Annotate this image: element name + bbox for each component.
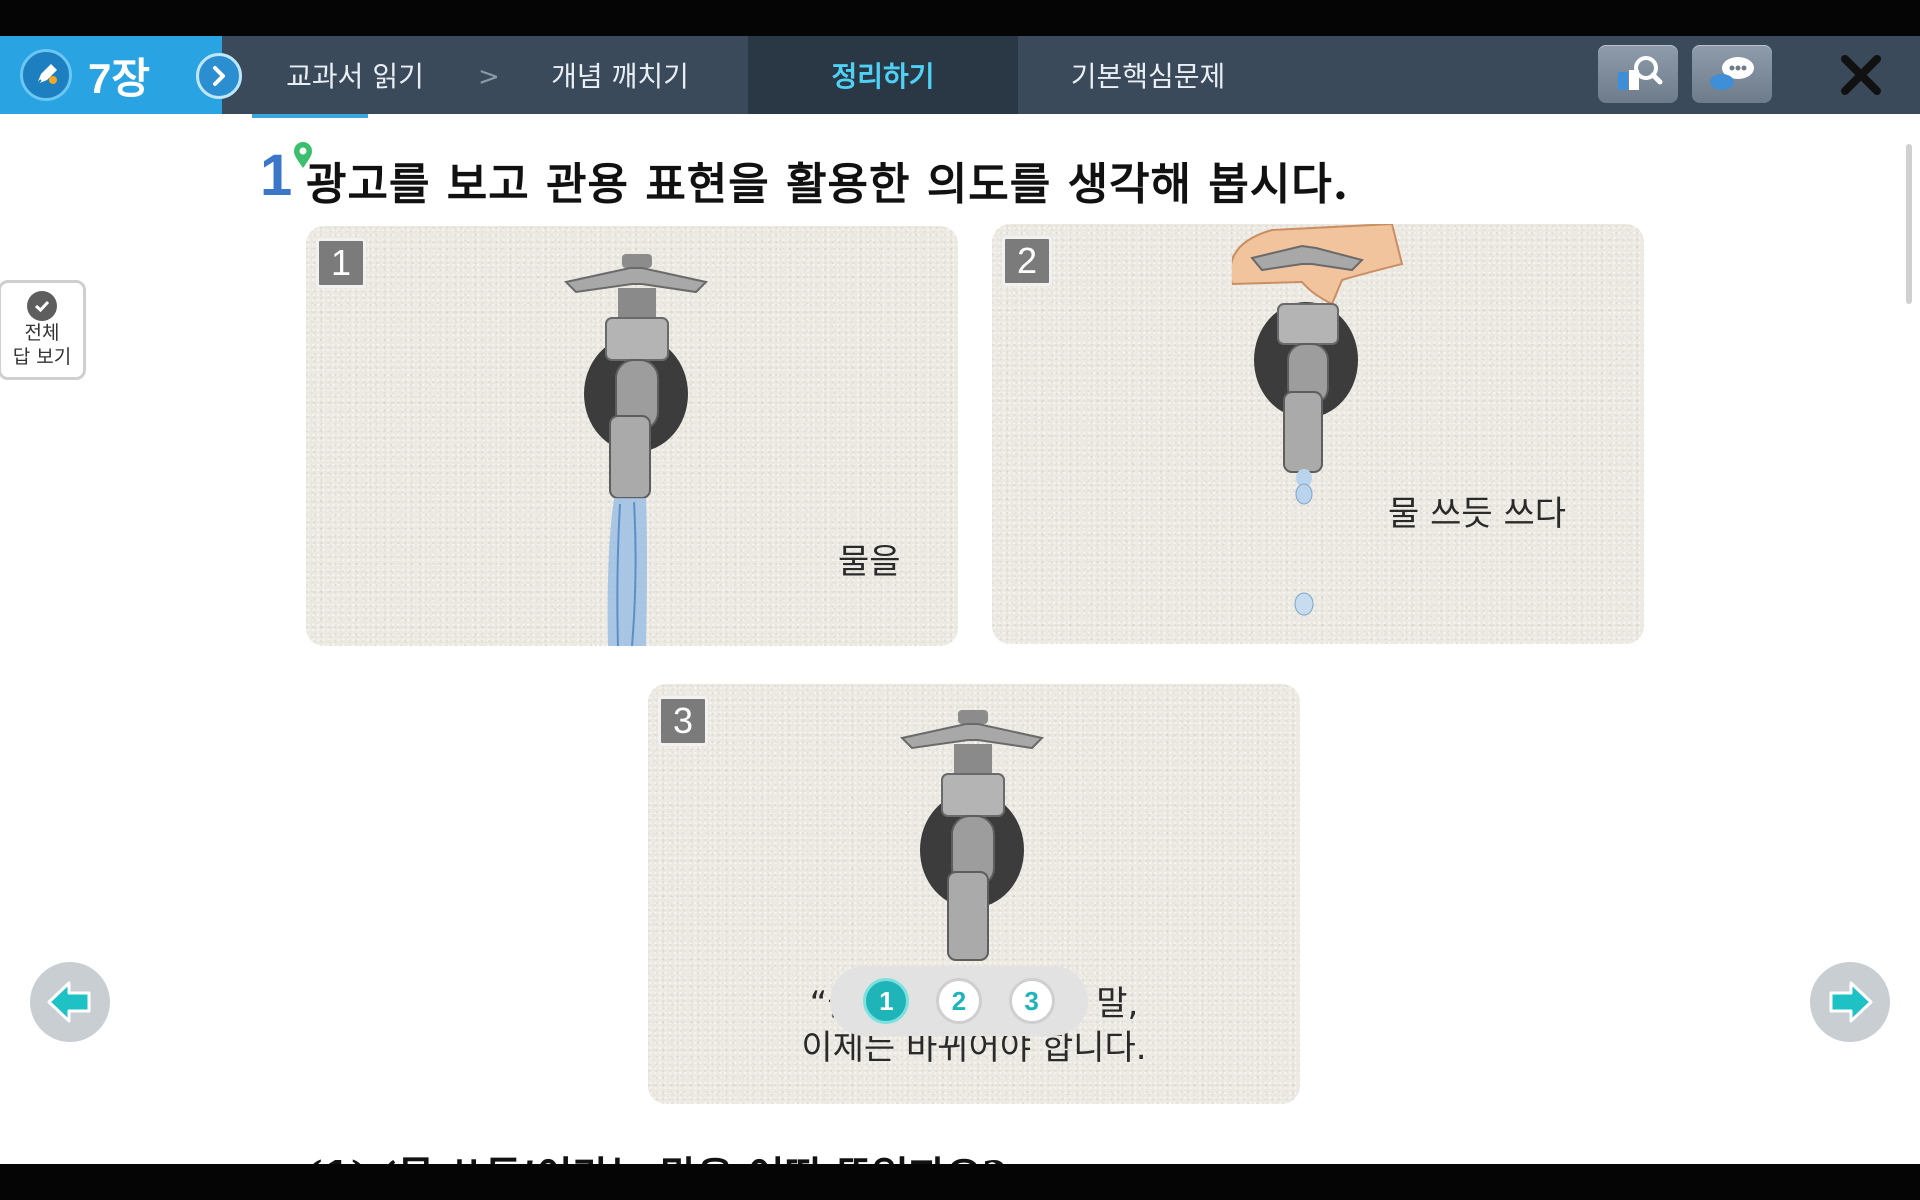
search-book-icon: [1618, 56, 1663, 90]
tab-concept[interactable]: 개념 깨치기: [530, 36, 710, 114]
panel-caption: 물을: [838, 542, 901, 582]
ad-panel-1: 1 물을: [306, 226, 958, 646]
tab-core-problems[interactable]: 기본핵심문제: [1048, 36, 1248, 114]
close-button[interactable]: [1836, 50, 1886, 100]
search-book-button[interactable]: [1598, 45, 1678, 103]
previous-page-button[interactable]: [30, 962, 110, 1042]
show-all-answers-button[interactable]: 전체 답 보기: [0, 280, 86, 380]
arrow-left-icon: [47, 981, 91, 1023]
top-system-bar: [0, 0, 1920, 36]
chapter-indicator: 7장: [0, 36, 222, 114]
panel-caption: 물 쓰듯 쓰다: [1388, 494, 1567, 534]
page-indicator: 1 2 3: [830, 966, 1088, 1036]
pen-logo-icon: [20, 49, 72, 101]
chat-button[interactable]: [1692, 45, 1772, 103]
tab-textbook-reading[interactable]: 교과서 읽기: [270, 36, 440, 114]
show-all-answers-label: 전체: [24, 322, 60, 344]
chapter-title: 7장: [88, 54, 150, 102]
chapter-menu-button[interactable]: [196, 53, 242, 99]
check-icon: [27, 291, 57, 321]
bottom-system-bar: [0, 1164, 1920, 1200]
panel-number-badge: 1: [316, 238, 366, 288]
tab-indicator: [252, 114, 368, 118]
show-all-answers-label: 답 보기: [12, 346, 72, 368]
ad-panel-3: 3 “물 쓰듯 쓰다”라는 말, 이제는 바뀌어야 합니다.: [648, 684, 1300, 1104]
page-dot-2[interactable]: 2: [935, 978, 982, 1024]
ad-panel-2: 2 물 쓰듯 쓰다: [992, 224, 1644, 644]
question-number: 1: [260, 143, 293, 208]
faucet-running-icon: [563, 254, 709, 646]
chevron-right-icon: [213, 66, 225, 86]
tab-summary[interactable]: 정리하기: [748, 36, 1018, 114]
arrow-right-icon: [1829, 981, 1873, 1023]
faucet-dripping-icon: [1232, 224, 1404, 616]
faucet-closed-icon: [899, 710, 1045, 961]
panel-number-badge: 2: [1002, 236, 1052, 286]
page-dot-3[interactable]: 3: [1008, 978, 1055, 1024]
next-page-button[interactable]: [1810, 962, 1890, 1042]
panel-number-badge: 3: [658, 696, 708, 746]
top-navigation-bar: 7장 교과서 읽기 > 개념 깨치기 정리하기 기본핵심문제: [0, 36, 1920, 114]
sub-question: (1) ‘물 쓰듯’이라는 말은 어떤 뜻일까요?: [304, 1144, 1006, 1164]
tab-separator-icon: >: [478, 62, 500, 92]
chat-icon: [1710, 57, 1754, 90]
close-icon: [1841, 55, 1881, 95]
page-dot-1[interactable]: 1: [863, 978, 910, 1024]
question-title: 광고를 보고 관용 표현을 활용한 의도를 생각해 봅시다.: [306, 159, 1350, 210]
vertical-scrollbar[interactable]: [1906, 144, 1912, 304]
